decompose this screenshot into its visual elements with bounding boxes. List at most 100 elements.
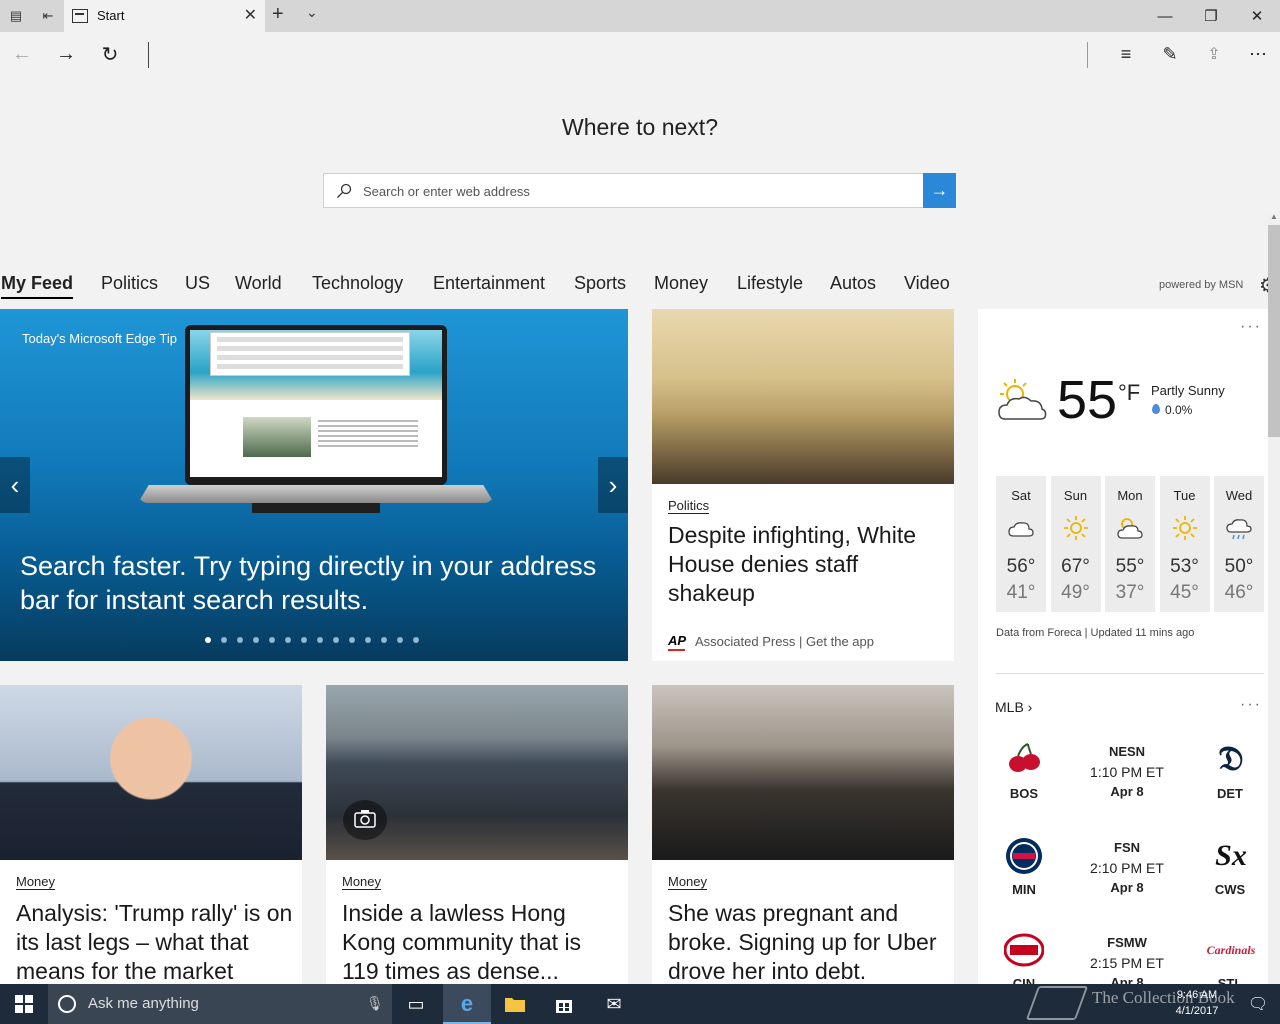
carousel-dots[interactable] bbox=[205, 637, 419, 643]
team-abbr[interactable]: DET bbox=[1200, 786, 1260, 801]
forward-button[interactable]: → bbox=[54, 42, 78, 66]
carousel-dot[interactable] bbox=[221, 637, 227, 643]
refresh-button[interactable]: ↻ bbox=[98, 42, 122, 66]
card-category[interactable]: Money bbox=[16, 874, 56, 890]
cortana-search-box[interactable]: Ask me anything 🎙 bbox=[48, 984, 392, 1024]
temperature-unit[interactable]: °F bbox=[1118, 380, 1140, 406]
card-source[interactable]: Associated Press | Get the app bbox=[695, 634, 874, 649]
web-note-button[interactable]: ✎ bbox=[1158, 42, 1182, 66]
forecast-day[interactable]: Tue 53° 45° bbox=[1159, 476, 1210, 612]
tab-start[interactable]: Start ✕ bbox=[64, 0, 265, 32]
news-card-uber[interactable]: Money She was pregnant and broke. Signin… bbox=[652, 685, 954, 984]
restore-button[interactable]: ❐ bbox=[1188, 0, 1234, 32]
team-abbr[interactable]: BOS bbox=[994, 786, 1054, 801]
team-abbr[interactable]: CWS bbox=[1200, 882, 1260, 897]
edge-icon[interactable]: e bbox=[443, 984, 491, 1024]
weather-footer[interactable]: Data from Foreca | Updated 11 mins ago bbox=[996, 627, 1194, 639]
forecast-day[interactable]: Sat 56° 41° bbox=[996, 476, 1046, 612]
search-icon bbox=[337, 183, 352, 198]
share-button[interactable]: ⇪ bbox=[1202, 42, 1226, 66]
carousel-dot[interactable] bbox=[365, 637, 371, 643]
microphone-icon[interactable]: 🎙 bbox=[366, 995, 384, 1012]
game-info[interactable]: FSN 2:10 PM ET Apr 8 bbox=[1077, 839, 1177, 897]
tabs-aside-icon[interactable]: ▤ bbox=[6, 6, 26, 26]
carousel-dot[interactable] bbox=[253, 637, 259, 643]
carousel-caption[interactable]: Search faster. Try typing directly in yo… bbox=[20, 549, 620, 617]
tab-politics[interactable]: Politics bbox=[101, 273, 158, 294]
team-abbr[interactable]: CIN bbox=[994, 976, 1054, 984]
carousel-dot[interactable] bbox=[333, 637, 339, 643]
carousel-prev-button[interactable]: ‹ bbox=[0, 457, 30, 513]
store-icon[interactable] bbox=[540, 984, 588, 1024]
forecast-day[interactable]: Sun 67° 49° bbox=[1050, 476, 1101, 612]
action-center-icon[interactable]: 🗨 bbox=[1234, 984, 1280, 1024]
start-button[interactable] bbox=[0, 984, 48, 1024]
team-abbr[interactable]: MIN bbox=[994, 882, 1054, 897]
carousel-dot[interactable] bbox=[397, 637, 403, 643]
forecast-low: 45° bbox=[1170, 582, 1199, 603]
minimize-button[interactable]: — bbox=[1142, 0, 1188, 32]
ap-logo: AP bbox=[668, 633, 687, 651]
card-title[interactable]: Analysis: 'Trump rally' is on its last l… bbox=[16, 899, 296, 984]
mlb-title[interactable]: MLB › bbox=[995, 699, 1032, 715]
hub-button[interactable]: ≡ bbox=[1114, 42, 1138, 66]
tab-world[interactable]: World bbox=[235, 273, 282, 294]
news-card-politics[interactable]: Politics Despite infighting, White House… bbox=[652, 309, 954, 661]
camera-icon bbox=[343, 800, 387, 840]
address-bar-caret[interactable] bbox=[148, 42, 149, 68]
file-explorer-icon[interactable] bbox=[491, 984, 539, 1024]
tab-autos[interactable]: Autos bbox=[830, 273, 876, 294]
tab-entertainment[interactable]: Entertainment bbox=[433, 273, 545, 294]
tab-technology[interactable]: Technology bbox=[312, 273, 403, 294]
card-category[interactable]: Money bbox=[668, 874, 708, 890]
game-info[interactable]: NESN 1:10 PM ET Apr 8 bbox=[1077, 743, 1177, 801]
carousel-dot[interactable] bbox=[285, 637, 291, 643]
carousel-dot[interactable] bbox=[349, 637, 355, 643]
carousel-dot[interactable] bbox=[269, 637, 275, 643]
card-title[interactable]: Despite infighting, White House denies s… bbox=[668, 521, 938, 608]
search-box[interactable] bbox=[323, 173, 924, 208]
back-button[interactable]: ← bbox=[10, 42, 34, 66]
carousel-dot[interactable] bbox=[237, 637, 243, 643]
new-tab-button[interactable]: + bbox=[272, 3, 284, 26]
tab-money[interactable]: Money bbox=[654, 273, 708, 294]
restore-tabs-icon[interactable]: ⇤ bbox=[38, 6, 58, 26]
mlb-more-icon[interactable]: ··· bbox=[1240, 696, 1262, 714]
card-category[interactable]: Money bbox=[342, 874, 382, 890]
tip-carousel[interactable]: Today's Microsoft Edge Tip ‹ › Search fa… bbox=[0, 309, 628, 661]
card-category[interactable]: Politics bbox=[668, 498, 710, 514]
close-tab-icon[interactable]: ✕ bbox=[244, 5, 257, 25]
news-card-trump-rally[interactable]: Money Analysis: 'Trump rally' is on its … bbox=[0, 685, 302, 984]
tab-preview-chevron-icon[interactable]: ⌄ bbox=[306, 4, 318, 21]
close-window-button[interactable]: ✕ bbox=[1234, 0, 1280, 32]
forecast-day[interactable]: Mon 55° 37° bbox=[1105, 476, 1155, 612]
carousel-dot[interactable] bbox=[301, 637, 307, 643]
uber-driver-image bbox=[652, 685, 954, 860]
task-view-icon[interactable]: ▭ bbox=[392, 984, 440, 1024]
cortana-icon bbox=[58, 995, 76, 1013]
tab-video[interactable]: Video bbox=[904, 273, 950, 294]
carousel-dot[interactable] bbox=[317, 637, 323, 643]
carousel-next-button[interactable]: › bbox=[598, 457, 628, 513]
search-go-button[interactable]: → bbox=[923, 173, 956, 208]
tab-my-feed[interactable]: My Feed bbox=[1, 273, 74, 299]
card-title[interactable]: Inside a lawless Hong Kong community tha… bbox=[342, 899, 612, 984]
tab-lifestyle[interactable]: Lifestyle bbox=[737, 273, 803, 294]
card-title[interactable]: She was pregnant and broke. Signing up f… bbox=[668, 899, 948, 984]
carousel-dot[interactable] bbox=[413, 637, 419, 643]
search-input[interactable] bbox=[363, 180, 903, 202]
tab-us[interactable]: US bbox=[185, 273, 210, 294]
mail-icon[interactable]: ✉ bbox=[590, 984, 638, 1024]
team-abbr[interactable]: STL bbox=[1200, 976, 1260, 984]
game-info[interactable]: FSMW 2:15 PM ET Apr 8 bbox=[1077, 934, 1177, 984]
carousel-dot[interactable] bbox=[205, 637, 211, 643]
scrollbar-thumb[interactable] bbox=[1268, 225, 1280, 437]
tab-sports[interactable]: Sports bbox=[574, 273, 626, 294]
scroll-up-arrow-icon[interactable]: ▲ bbox=[1268, 212, 1280, 224]
more-actions-button[interactable]: ⋯ bbox=[1246, 42, 1270, 66]
carousel-dot[interactable] bbox=[381, 637, 387, 643]
forecast-low: 41° bbox=[1006, 582, 1036, 603]
forecast-day[interactable]: Wed 50° 46° bbox=[1214, 476, 1264, 612]
weather-more-icon[interactable]: ··· bbox=[1240, 318, 1262, 336]
forecast-low: 46° bbox=[1224, 582, 1254, 603]
